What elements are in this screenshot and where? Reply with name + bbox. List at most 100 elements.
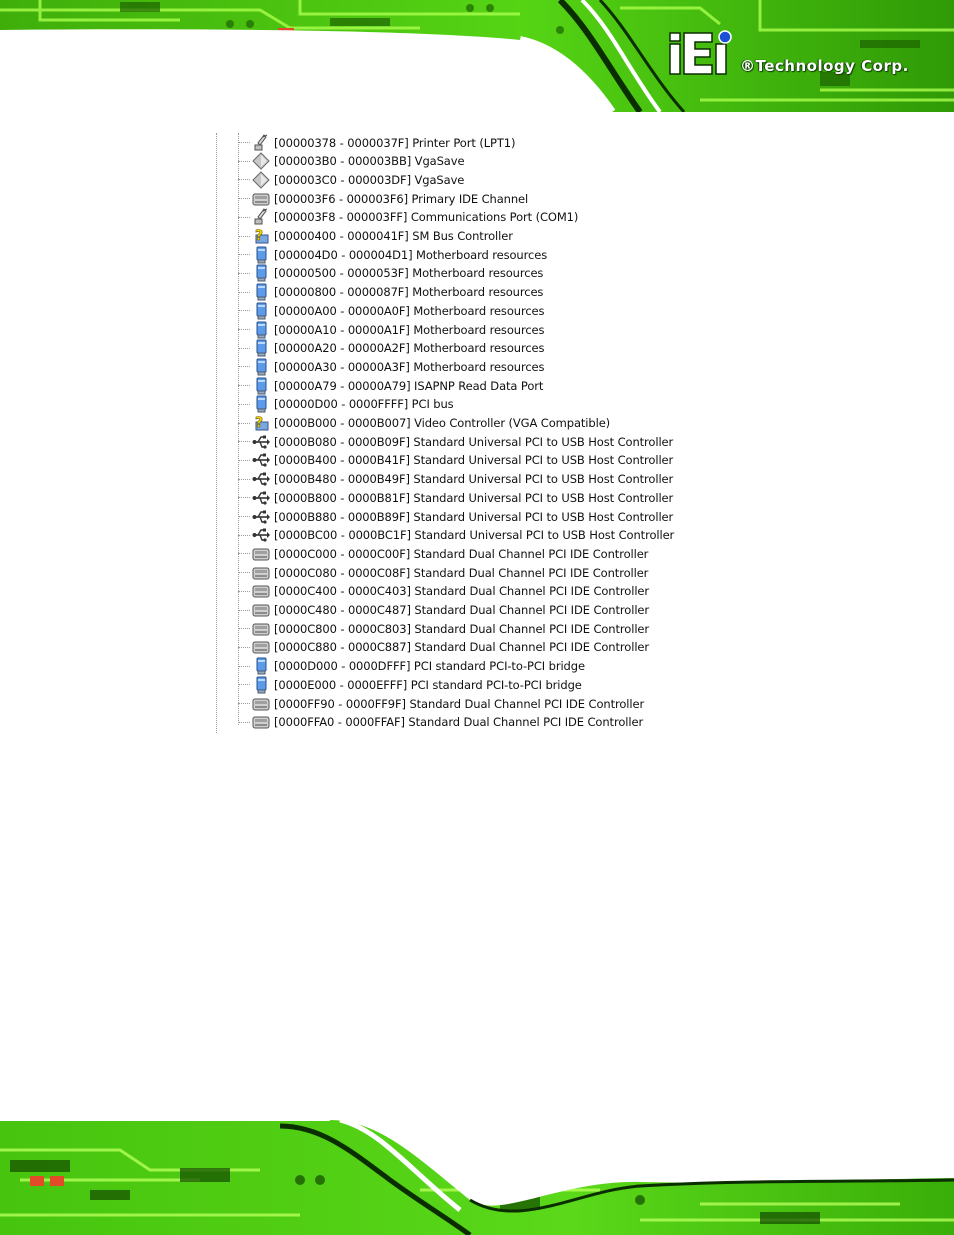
ide-controller-icon [252,564,270,582]
tree-branch-line [238,160,250,162]
ide-controller-icon [252,545,270,563]
tree-branch-line [238,459,250,461]
tree-row-label: [00000500 - 0000053F] Motherboard resour… [274,266,544,281]
tree-row[interactable]: [000003C0 - 000003DF] VgaSave [238,170,464,189]
system-device-icon [252,302,270,320]
tree-row[interactable]: [00000378 - 0000037F] Printer Port (LPT1… [238,133,515,152]
tree-branch-line [238,721,250,723]
circuit-board-footer-art [0,1120,954,1235]
tree-row-label: [00000A20 - 00000A2F] Motherboard resour… [274,341,545,356]
tree-branch-line [238,347,250,349]
tree-row[interactable]: [00000500 - 0000053F] Motherboard resour… [238,264,543,283]
tree-row[interactable]: [000003B0 - 000003BB] VgaSave [238,152,465,171]
ide-controller-icon [252,638,270,656]
tree-branch-line [238,646,250,648]
tree-row-label: [00000D00 - 0000FFFF] PCI bus [274,397,454,412]
tree-row[interactable]: [0000C800 - 0000C803] Standard Dual Chan… [238,619,649,638]
tree-row-label: [0000B800 - 0000B81F] Standard Universal… [274,490,674,505]
tree-branch-line [238,329,250,330]
tree-row[interactable]: [00000A00 - 00000A0F] Motherboard resour… [238,301,545,320]
tree-row-label: [0000B000 - 0000B007] Video Controller (… [274,416,611,430]
tree-row[interactable]: [0000C480 - 0000C487] Standard Dual Chan… [238,601,649,620]
tree-row[interactable]: [0000E000 - 0000EFFF] PCI standard PCI-t… [238,675,582,694]
tree-row[interactable]: ? [0000B000 - 0000B007] Video Controller … [238,414,610,433]
tree-row[interactable]: [0000B880 - 0000B89F] Standard Universal… [238,507,673,526]
tree-row-label: [0000C000 - 0000C00F] Standard Dual Chan… [274,546,649,561]
system-device-icon [252,676,270,694]
tree-row[interactable]: [00000A30 - 00000A3F] Motherboard resour… [238,357,545,376]
iei-logo [668,30,738,78]
tree-row-label: [000003C0 - 000003DF] VgaSave [274,172,465,187]
tree-row[interactable]: [0000D000 - 0000DFFF] PCI standard PCI-t… [238,657,585,676]
tree-row[interactable]: [0000C000 - 0000C00F] Standard Dual Chan… [238,544,648,563]
tree-row[interactable]: [0000B400 - 0000B41F] Standard Universal… [238,451,673,470]
tree-branch-line [238,534,250,536]
device-diamond-icon [252,152,270,170]
tree-branch-line [238,403,250,405]
ide-controller-icon [252,190,270,208]
unknown-device-icon: ? [252,227,270,245]
tree-branch-line [238,235,250,237]
system-device-icon [252,246,270,264]
tree-row[interactable]: [000003F6 - 000003F6] Primary IDE Channe… [238,189,528,208]
tree-branch-line [238,703,250,704]
tree-branch-line [238,628,250,630]
tree-row[interactable]: [00000A10 - 00000A1F] Motherboard resour… [238,320,545,339]
tree-row[interactable]: [0000FF90 - 0000FF9F] Standard Dual Chan… [238,694,644,713]
tree-row[interactable]: [0000C080 - 0000C08F] Standard Dual Chan… [238,563,648,582]
tree-branch-line [238,422,250,424]
tree-branch-line [238,198,250,200]
tree-branch-line [238,366,250,368]
tree-row[interactable]: [000004D0 - 000004D1] Motherboard resour… [238,245,547,264]
tree-branch-line [238,684,250,686]
tree-row[interactable]: [00000A79 - 00000A79] ISAPNP Read Data P… [238,376,543,395]
usb-icon [252,433,270,451]
io-resources-tree: [00000378 - 0000037F] Printer Port (LPT1… [216,133,716,735]
usb-icon [252,470,270,488]
system-device-icon [252,395,270,413]
tree-branch-line [238,665,250,667]
tree-row[interactable]: ? [00000400 - 0000041F] SM Bus Controller [238,227,513,246]
tree-outer-guide [216,133,217,733]
tree-row-label: [0000B880 - 0000B89F] Standard Universal… [274,509,674,524]
usb-icon [252,489,270,507]
system-device-icon [252,264,270,282]
circuit-board-header-art [0,0,954,112]
system-device-icon [252,339,270,357]
tree-row[interactable]: [00000A20 - 00000A2F] Motherboard resour… [238,339,545,358]
tree-row-label: [0000B400 - 0000B41F] Standard Universal… [274,453,674,468]
tree-branch-line [238,441,250,443]
tree-branch-line [238,179,250,181]
system-device-icon [252,657,270,675]
tree-row[interactable]: [00000D00 - 0000FFFF] PCI bus [238,395,454,414]
tree-row[interactable]: [0000C400 - 0000C403] Standard Dual Chan… [238,582,649,601]
tree-row[interactable]: [000003F8 - 000003FF] Communications Por… [238,208,578,227]
tree-row[interactable]: [0000BC00 - 0000BC1F] Standard Universal… [238,526,674,545]
tree-row-label: [0000C080 - 0000C08F] Standard Dual Chan… [274,565,649,580]
ide-controller-icon [252,601,270,619]
usb-icon [252,526,270,544]
tree-row[interactable]: [0000B800 - 0000B81F] Standard Universal… [238,488,673,507]
system-device-icon [252,358,270,376]
ide-controller-icon [252,713,270,731]
ide-controller-icon [252,620,270,638]
tree-row[interactable]: [00000800 - 0000087F] Motherboard resour… [238,283,543,302]
tree-row-label: [0000B080 - 0000B09F] Standard Universal… [274,434,674,449]
tree-row[interactable]: [0000C880 - 0000C887] Standard Dual Chan… [238,638,649,657]
tree-row-label: [00000A10 - 00000A1F] Motherboard resour… [274,322,545,337]
tree-branch-line [238,609,250,611]
tree-row-label: [00000A79 - 00000A79] ISAPNP Read Data P… [274,378,544,393]
tree-row[interactable]: [0000FFA0 - 0000FFAF] Standard Dual Chan… [238,713,643,732]
brand-name: ®Technology Corp. [740,57,909,75]
tree-row[interactable]: [0000B080 - 0000B09F] Standard Universal… [238,432,673,451]
tree-branch-line [238,553,250,555]
tree-row-label: [00000A00 - 00000A0F] Motherboard resour… [274,303,545,318]
tree-row[interactable]: [0000B480 - 0000B49F] Standard Universal… [238,470,673,489]
tree-branch-line [238,216,250,218]
tree-row-label: [000003B0 - 000003BB] VgaSave [274,154,465,169]
tree-row-label: [0000FF90 - 0000FF9F] Standard Dual Chan… [274,696,645,711]
ide-controller-icon [252,695,270,713]
tree-row-label: [0000D000 - 0000DFFF] PCI standard PCI-t… [274,659,585,674]
tree-branch-line [238,272,250,274]
ide-controller-icon [252,582,270,600]
